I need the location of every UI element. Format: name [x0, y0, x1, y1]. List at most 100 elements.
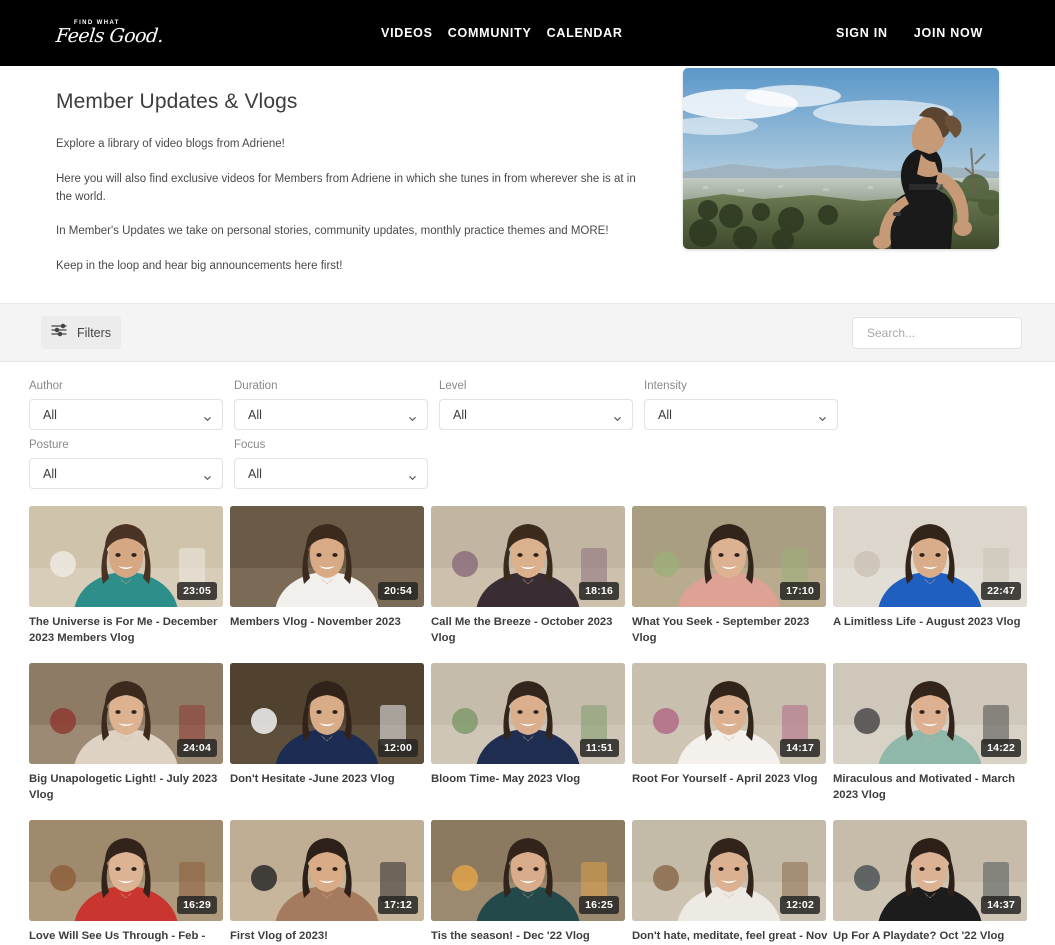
filter-cell-level: Level All	[439, 380, 639, 430]
video-title[interactable]: Members Vlog - November 2023	[230, 614, 426, 630]
filter-select-level[interactable]: All	[439, 399, 633, 430]
video-title[interactable]: Tis the season! - Dec '22 Vlog	[431, 928, 627, 944]
video-duration-badge: 14:17	[780, 739, 820, 758]
video-card[interactable]: 14:22 Miraculous and Motivated - March 20…	[833, 663, 1027, 803]
video-duration-badge: 12:00	[378, 739, 418, 758]
filter-select-author[interactable]: All	[29, 399, 223, 430]
video-thumbnail[interactable]: 23:05	[29, 506, 223, 607]
filter-select-wrap-intensity: All	[644, 399, 838, 430]
filter-select-focus[interactable]: All	[234, 458, 428, 489]
video-title[interactable]: What You Seek - September 2023 Vlog	[632, 614, 828, 646]
video-title[interactable]: Don't hate, meditate, feel great - Nov '…	[632, 928, 828, 945]
filter-select-duration[interactable]: All	[234, 399, 428, 430]
filter-select-intensity[interactable]: All	[644, 399, 838, 430]
video-card[interactable]: 20:54 Members Vlog - November 2023	[230, 506, 424, 646]
filter-select-wrap-focus: All	[234, 458, 428, 489]
filter-cell-author: Author All	[29, 380, 229, 430]
filters-button[interactable]: Filters	[41, 316, 122, 349]
search-input[interactable]	[852, 316, 1022, 349]
video-card[interactable]: 23:05 The Universe is For Me - December 2…	[29, 506, 223, 646]
top-navigation-bar: FIND WHAT Feels Good. VIDEOS COMMUNITY C…	[0, 0, 1055, 66]
video-card[interactable]: 11:51 Bloom Time- May 2023 Vlog	[431, 663, 625, 803]
video-duration-badge: 14:22	[981, 739, 1021, 758]
video-duration-badge: 16:25	[579, 896, 619, 915]
page-title: Member Updates & Vlogs	[56, 90, 298, 113]
video-card[interactable]: 17:10 What You Seek - September 2023 Vlog	[632, 506, 826, 646]
video-title[interactable]: Don't Hesitate -June 2023 Vlog	[230, 771, 426, 787]
video-thumbnail[interactable]: 18:16	[431, 506, 625, 607]
video-thumbnail[interactable]: 24:04	[29, 663, 223, 765]
video-card[interactable]: 22:47 A Limitless Life - August 2023 Vlog	[833, 506, 1027, 646]
video-duration-badge: 22:47	[981, 582, 1021, 600]
video-card[interactable]: 17:12 First Vlog of 2023!	[230, 820, 424, 945]
video-card[interactable]: 14:17 Root For Yourself - April 2023 Vlog	[632, 663, 826, 803]
video-thumbnail[interactable]: 12:00	[230, 663, 424, 765]
video-card[interactable]: 14:37 Up For A Playdate? Oct '22 Vlog	[833, 820, 1027, 945]
video-card[interactable]: 16:29 Love Will See Us Through - Feb - 20…	[29, 820, 223, 945]
video-thumbnail[interactable]: 16:25	[431, 820, 625, 922]
sign-in-link[interactable]: SIGN IN	[836, 26, 888, 40]
site-logo[interactable]: FIND WHAT Feels Good.	[55, 12, 176, 54]
filter-select-wrap-posture: All	[29, 458, 223, 489]
video-title[interactable]: Bloom Time- May 2023 Vlog	[431, 771, 627, 787]
video-title[interactable]: A Limitless Life - August 2023 Vlog	[833, 614, 1029, 630]
hero-paragraph-2: Here you will also find exclusive videos…	[56, 172, 636, 203]
page-hero-section: Member Updates & Vlogs Explore a library…	[0, 66, 1055, 304]
video-duration-badge: 17:10	[780, 582, 820, 600]
hero-image	[683, 68, 999, 249]
video-duration-badge: 20:54	[378, 582, 418, 600]
video-thumbnail[interactable]: 17:12	[230, 820, 424, 922]
video-thumbnail[interactable]: 17:10	[632, 506, 826, 607]
video-duration-badge: 14:37	[981, 896, 1021, 915]
video-title[interactable]: Love Will See Us Through - Feb - 2023 Vl…	[29, 928, 225, 945]
video-card[interactable]: 18:16 Call Me the Breeze - October 2023 V…	[431, 506, 625, 646]
filter-controls-section: Author All Duration All Level All Intensity All…	[0, 362, 1055, 498]
video-duration-badge: 16:29	[177, 896, 217, 915]
filter-select-wrap-author: All	[29, 399, 223, 430]
video-title[interactable]: Call Me the Breeze - October 2023 Vlog	[431, 614, 627, 646]
video-thumbnail[interactable]: 14:17	[632, 663, 826, 765]
video-thumbnail[interactable]: 11:51	[431, 663, 625, 765]
hero-paragraph-3: In Member's Updates we take on personal …	[56, 225, 609, 238]
video-title[interactable]: Big Unapologetic Light! - July 2023 Vlog	[29, 771, 225, 803]
nav-link-videos[interactable]: VIDEOS	[381, 26, 433, 40]
video-card[interactable]: 24:04 Big Unapologetic Light! - July 2023…	[29, 663, 223, 803]
video-title[interactable]: First Vlog of 2023!	[230, 928, 426, 944]
video-duration-badge: 11:51	[579, 739, 619, 758]
video-duration-badge: 24:04	[177, 739, 217, 758]
video-grid: 23:05 The Universe is For Me - December 2…	[0, 498, 1030, 945]
filter-label-level: Level	[439, 380, 467, 392]
video-duration-badge: 18:16	[579, 582, 619, 600]
filter-label-focus: Focus	[234, 439, 266, 451]
video-card[interactable]: 16:25 Tis the season! - Dec '22 Vlog	[431, 820, 625, 945]
nav-link-community[interactable]: COMMUNITY	[448, 26, 532, 40]
filter-select-wrap-duration: All	[234, 399, 428, 430]
video-title[interactable]: Miraculous and Motivated - March 2023 Vl…	[833, 771, 1029, 803]
nav-link-calendar[interactable]: CALENDAR	[547, 26, 623, 40]
sliders-icon	[51, 322, 67, 343]
filter-cell-duration: Duration All	[234, 380, 434, 430]
video-card[interactable]: 12:02 Don't hate, meditate, feel great - …	[632, 820, 828, 945]
video-title[interactable]: The Universe is For Me - December 2023 M…	[29, 614, 225, 646]
filter-cell-intensity: Intensity All	[644, 380, 844, 430]
filter-toolbar: Filters	[0, 304, 1055, 362]
video-thumbnail[interactable]: 16:29	[29, 820, 223, 922]
video-thumbnail[interactable]: 14:22	[833, 663, 1027, 765]
filter-select-posture[interactable]: All	[29, 458, 223, 489]
video-thumbnail[interactable]: 12:02	[632, 820, 826, 922]
hero-text-block: Member Updates & Vlogs Explore a library…	[56, 90, 636, 293]
filter-grid: Author All Duration All Level All Intensity All…	[29, 380, 1029, 498]
filter-cell-focus: Focus All	[234, 439, 434, 489]
video-thumbnail[interactable]: 22:47	[833, 506, 1027, 607]
video-thumbnail[interactable]: 14:37	[833, 820, 1027, 922]
video-title[interactable]: Up For A Playdate? Oct '22 Vlog	[833, 928, 1029, 944]
video-card[interactable]: 12:00 Don't Hesitate -June 2023 Vlog	[230, 663, 424, 803]
account-nav-links: SIGN IN JOIN NOW	[836, 0, 983, 66]
video-title[interactable]: Root For Yourself - April 2023 Vlog	[632, 771, 828, 787]
join-now-link[interactable]: JOIN NOW	[914, 26, 983, 40]
video-duration-badge: 17:12	[378, 896, 418, 915]
video-thumbnail[interactable]: 20:54	[230, 506, 424, 607]
hero-paragraph-4: Keep in the loop and hear big announceme…	[56, 260, 343, 273]
filter-label-author: Author	[29, 380, 63, 392]
filter-label-intensity: Intensity	[644, 380, 687, 392]
